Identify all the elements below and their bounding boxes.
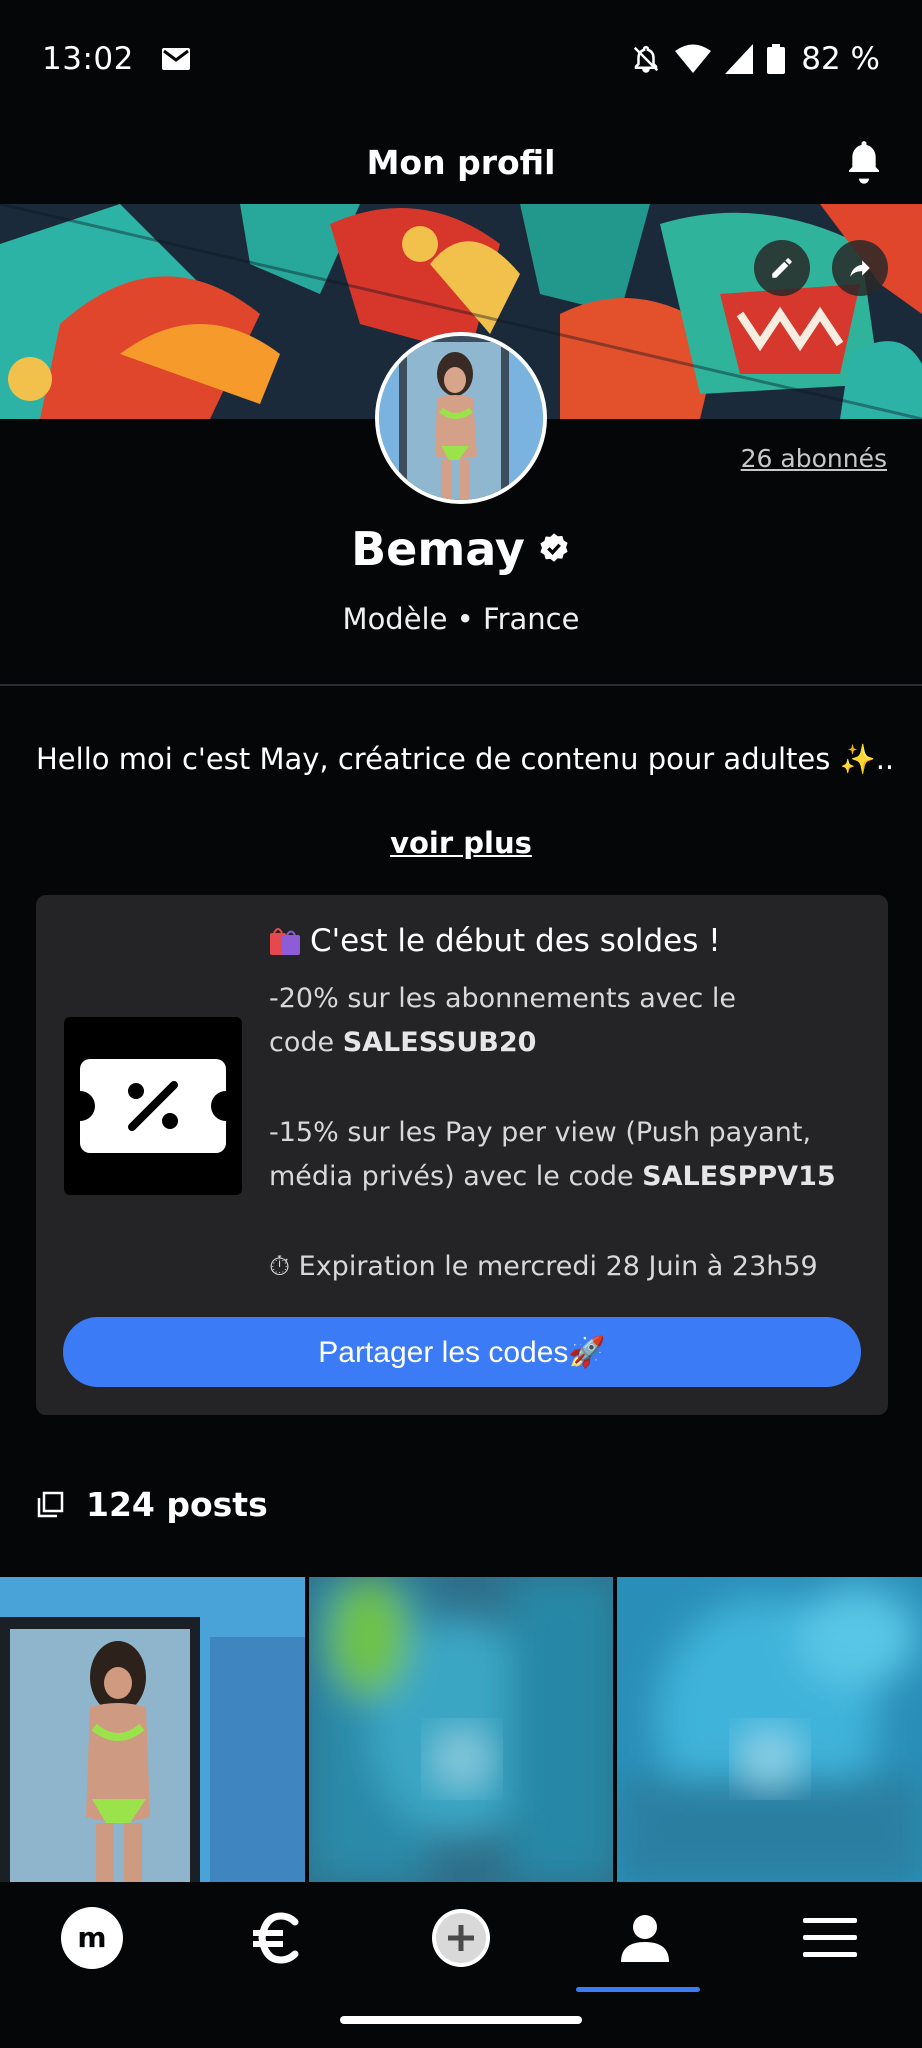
home-indicator[interactable] — [340, 2016, 582, 2024]
promo-line-4: média privés) avec le code SALESPPV15 — [269, 1155, 836, 1199]
bio-text: Hello moi c'est May, créatrice de conten… — [36, 742, 896, 776]
euro-icon — [252, 1912, 299, 1964]
nav-earnings[interactable] — [184, 1882, 368, 1994]
nav-menu[interactable] — [738, 1882, 922, 1994]
share-codes-button[interactable]: Partager les codes🚀 — [63, 1317, 861, 1387]
bell-icon[interactable] — [844, 140, 884, 184]
verified-badge-icon — [540, 533, 568, 562]
post-thumbnail-locked[interactable] — [308, 1577, 614, 1882]
profile-name-row: Bemay — [0, 522, 922, 576]
promo-code-ppv: SALESPPV15 — [642, 1161, 836, 1192]
avatar-photo — [379, 336, 543, 500]
post-thumbnail[interactable] — [0, 1577, 305, 1882]
home-logo-icon: m — [61, 1907, 124, 1969]
promo-title-text: C'est le début des soldes ! — [310, 923, 721, 959]
share-profile-button[interactable] — [832, 240, 888, 296]
blurred-post-photo — [617, 1577, 922, 1882]
posts-header: 124 posts — [36, 1485, 268, 1524]
signal-icon — [725, 44, 754, 74]
nav-home[interactable]: m — [0, 1882, 184, 1994]
edit-banner-button[interactable] — [754, 240, 810, 296]
coupon-icon — [80, 1059, 226, 1153]
wifi-icon — [675, 44, 712, 73]
battery-icon — [767, 44, 786, 74]
promo-card: C'est le début des soldes ! -20% sur les… — [36, 895, 888, 1415]
mute-icon — [634, 45, 659, 73]
posts-count: 124 posts — [86, 1485, 268, 1524]
menu-icon — [802, 1918, 857, 1957]
posts-grid — [0, 1577, 922, 1882]
nav-add[interactable] — [369, 1882, 553, 1994]
promo-line-3: -15% sur les Pay per view (Push payant, — [269, 1117, 812, 1148]
promo-line-1: -20% sur les abonnements avec le — [269, 983, 736, 1014]
battery-level: 82 % — [801, 41, 880, 77]
nav-profile[interactable] — [553, 1882, 737, 1994]
logo-letter: m — [78, 1921, 107, 1954]
post-photo — [0, 1577, 305, 1882]
promo-line-2: code SALESSUB20 — [269, 1021, 536, 1065]
promo-image — [64, 1017, 242, 1195]
subscribers-link[interactable]: 26 abonnés — [741, 444, 887, 473]
promo-expiration: ⏱ Expiration le mercredi 28 Juin à 23h59 — [269, 1251, 818, 1282]
shopping-bags-icon — [270, 928, 300, 955]
bottom-nav: m — [0, 1882, 922, 1994]
share-icon — [850, 260, 870, 277]
app-header: Mon profil — [0, 118, 922, 206]
page-title: Mon profil — [366, 142, 556, 182]
status-bar: 13:02 82 % — [0, 0, 922, 118]
mail-icon — [161, 48, 190, 70]
post-thumbnail-locked[interactable] — [617, 1577, 922, 1882]
promo-title: C'est le début des soldes ! — [268, 923, 721, 959]
promo-line-2-prefix: code — [269, 1027, 343, 1058]
profile-icon — [621, 1915, 670, 1962]
profile-name: Bemay — [351, 522, 525, 576]
nav-active-indicator — [576, 1987, 700, 1992]
edit-icon — [772, 258, 792, 278]
profile-subtitle: Modèle • France — [342, 602, 580, 636]
see-more-link[interactable]: voir plus — [0, 826, 922, 860]
posts-icon — [37, 1491, 64, 1517]
promo-code-sub: SALESSUB20 — [342, 1027, 537, 1058]
status-time: 13:02 — [42, 41, 134, 77]
blurred-post-photo — [308, 1577, 614, 1882]
promo-line-4-prefix: média privés) avec le code — [269, 1161, 643, 1192]
avatar[interactable] — [375, 332, 547, 504]
divider — [0, 684, 922, 686]
add-icon — [432, 1909, 491, 1967]
